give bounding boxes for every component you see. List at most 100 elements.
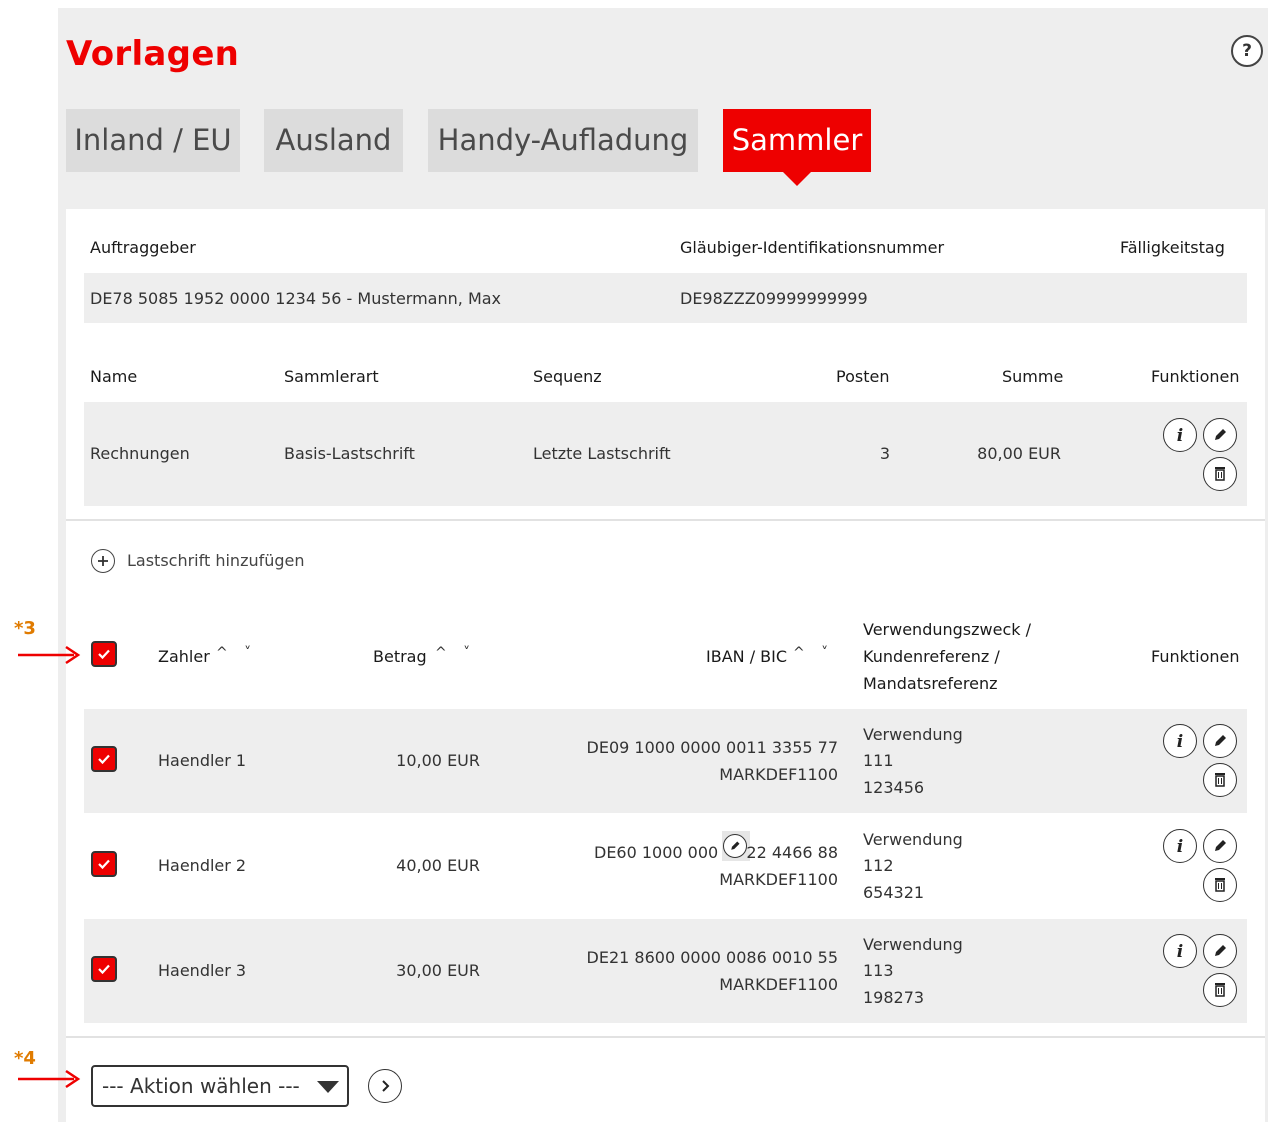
- plus-icon: [98, 556, 108, 566]
- trash-icon: [1215, 467, 1225, 481]
- trash-icon: [1215, 878, 1225, 892]
- annotation-4: *4: [14, 1048, 36, 1069]
- pencil-icon: [1215, 735, 1226, 746]
- pencil-icon: [1215, 840, 1226, 851]
- auftraggeber-value: DE78 5085 1952 0000 1234 56 - Mustermann…: [90, 289, 502, 308]
- add-debit-link[interactable]: Lastschrift hinzufügen: [127, 551, 305, 570]
- iban-end: 22 4466 88: [746, 843, 838, 862]
- annotation-arrow-icon: [18, 645, 81, 665]
- info-button[interactable]: i: [1163, 829, 1197, 863]
- row-checkbox[interactable]: [91, 746, 117, 772]
- header-zahler: Zahler: [158, 647, 210, 666]
- trash-icon: [1215, 773, 1225, 787]
- sort-betrag-icon[interactable]: ^ ˅: [435, 645, 476, 661]
- pencil-icon: [1215, 429, 1226, 440]
- svg-text:i: i: [1177, 837, 1183, 855]
- delete-button[interactable]: [1203, 973, 1237, 1007]
- info-button[interactable]: i: [1163, 934, 1197, 968]
- mandatsreferenz: 654321: [863, 883, 925, 902]
- page-title: Vorlagen: [66, 34, 240, 74]
- header-funktionen-debits: Funktionen: [1151, 647, 1240, 666]
- collector-summe: 80,00 EUR: [977, 444, 1061, 463]
- tab-inland-eu[interactable]: Inland / EU: [66, 109, 240, 172]
- header-sequenz: Sequenz: [533, 367, 602, 386]
- action-select-value: --- Aktion wählen ---: [102, 1074, 300, 1098]
- betrag: 40,00 EUR: [396, 856, 480, 875]
- zahler: Haendler 1: [158, 751, 247, 770]
- row-checkbox[interactable]: [91, 956, 117, 982]
- iban-start: DE60 1000 000: [594, 843, 719, 862]
- execute-action-button[interactable]: [368, 1069, 402, 1103]
- add-debit-button[interactable]: [91, 549, 115, 573]
- mandatsreferenz: 198273: [863, 988, 925, 1007]
- divider: [66, 519, 1265, 521]
- sort-iban-icon[interactable]: ^ ˅: [793, 645, 834, 661]
- check-icon: [98, 964, 110, 975]
- collector-name: Rechnungen: [90, 444, 190, 463]
- zahler: Haendler 2: [158, 856, 247, 875]
- header-sammlerart: Sammlerart: [284, 367, 379, 386]
- betrag: 10,00 EUR: [396, 751, 480, 770]
- svg-text:i: i: [1177, 942, 1183, 960]
- info-icon: i: [1177, 837, 1183, 855]
- row-checkbox[interactable]: [91, 851, 117, 877]
- table-row: [84, 919, 1247, 1023]
- annotation-arrow-icon: [18, 1069, 81, 1089]
- bic: MARKDEF1100: [719, 765, 838, 784]
- header-betrag: Betrag: [373, 647, 427, 666]
- iban: DE09 1000 0000 0011 3355 77: [586, 738, 838, 757]
- action-select[interactable]: --- Aktion wählen ---: [91, 1065, 349, 1107]
- sort-zahler-icon[interactable]: ^ ˅: [216, 645, 257, 661]
- collector-posten: 3: [879, 444, 890, 463]
- edit-button[interactable]: [1203, 418, 1237, 452]
- check-icon: [98, 859, 110, 870]
- betrag: 30,00 EUR: [396, 961, 480, 980]
- verwendungszweck: Verwendung: [863, 830, 963, 849]
- header-faelligkeitstag: Fälligkeitstag: [1120, 238, 1225, 257]
- header-iban-bic: IBAN / BIC: [706, 647, 788, 666]
- collector-sequenz: Letzte Lastschrift: [533, 444, 671, 463]
- info-icon: i: [1177, 426, 1183, 444]
- delete-button[interactable]: [1203, 868, 1237, 902]
- kundenreferenz: 113: [863, 961, 894, 980]
- info-icon: i: [1177, 942, 1183, 960]
- edit-button[interactable]: [1203, 724, 1237, 758]
- glaeubiger-id-value: DE98ZZZ09999999999: [680, 289, 868, 308]
- bic: MARKDEF1100: [719, 870, 838, 889]
- bic: MARKDEF1100: [719, 975, 838, 994]
- tab-handy-aufladung[interactable]: Handy-Aufladung: [428, 109, 698, 172]
- help-button[interactable]: ?: [1231, 35, 1263, 67]
- header-name: Name: [90, 367, 138, 386]
- zahler: Haendler 3: [158, 961, 247, 980]
- tab-ausland[interactable]: Ausland: [264, 109, 403, 172]
- header-funktionen: Funktionen: [1151, 367, 1240, 386]
- header-verwendungszweck: Verwendungszweck /: [863, 620, 1031, 639]
- annotation-3: *3: [14, 618, 36, 639]
- table-row: [84, 709, 1247, 813]
- delete-button[interactable]: [1203, 457, 1237, 491]
- pencil-icon: [1215, 945, 1226, 956]
- info-icon: i: [1177, 732, 1183, 750]
- header-posten: Posten: [836, 367, 890, 386]
- select-all-checkbox[interactable]: [91, 641, 117, 667]
- info-button[interactable]: i: [1163, 724, 1197, 758]
- kundenreferenz: 111: [863, 751, 894, 770]
- tab-sammler[interactable]: Sammler: [723, 109, 871, 186]
- dropdown-arrow-icon: [317, 1081, 339, 1093]
- edit-button[interactable]: [1203, 829, 1237, 863]
- edit-button[interactable]: [1203, 934, 1237, 968]
- divider: [66, 1036, 1265, 1038]
- check-icon: [98, 649, 110, 660]
- verwendungszweck: Verwendung: [863, 935, 963, 954]
- svg-text:i: i: [1177, 732, 1183, 750]
- verwendungszweck: Verwendung: [863, 725, 963, 744]
- header-auftraggeber: Auftraggeber: [90, 238, 196, 257]
- kundenreferenz: 112: [863, 856, 894, 875]
- check-icon: [98, 754, 110, 765]
- info-button[interactable]: i: [1163, 418, 1197, 452]
- delete-button[interactable]: [1203, 763, 1237, 797]
- header-glaeubiger-id: Gläubiger-Identifikationsnummer: [680, 238, 945, 257]
- trash-icon: [1215, 983, 1225, 997]
- header-summe: Summe: [1002, 367, 1064, 386]
- mandatsreferenz: 123456: [863, 778, 925, 797]
